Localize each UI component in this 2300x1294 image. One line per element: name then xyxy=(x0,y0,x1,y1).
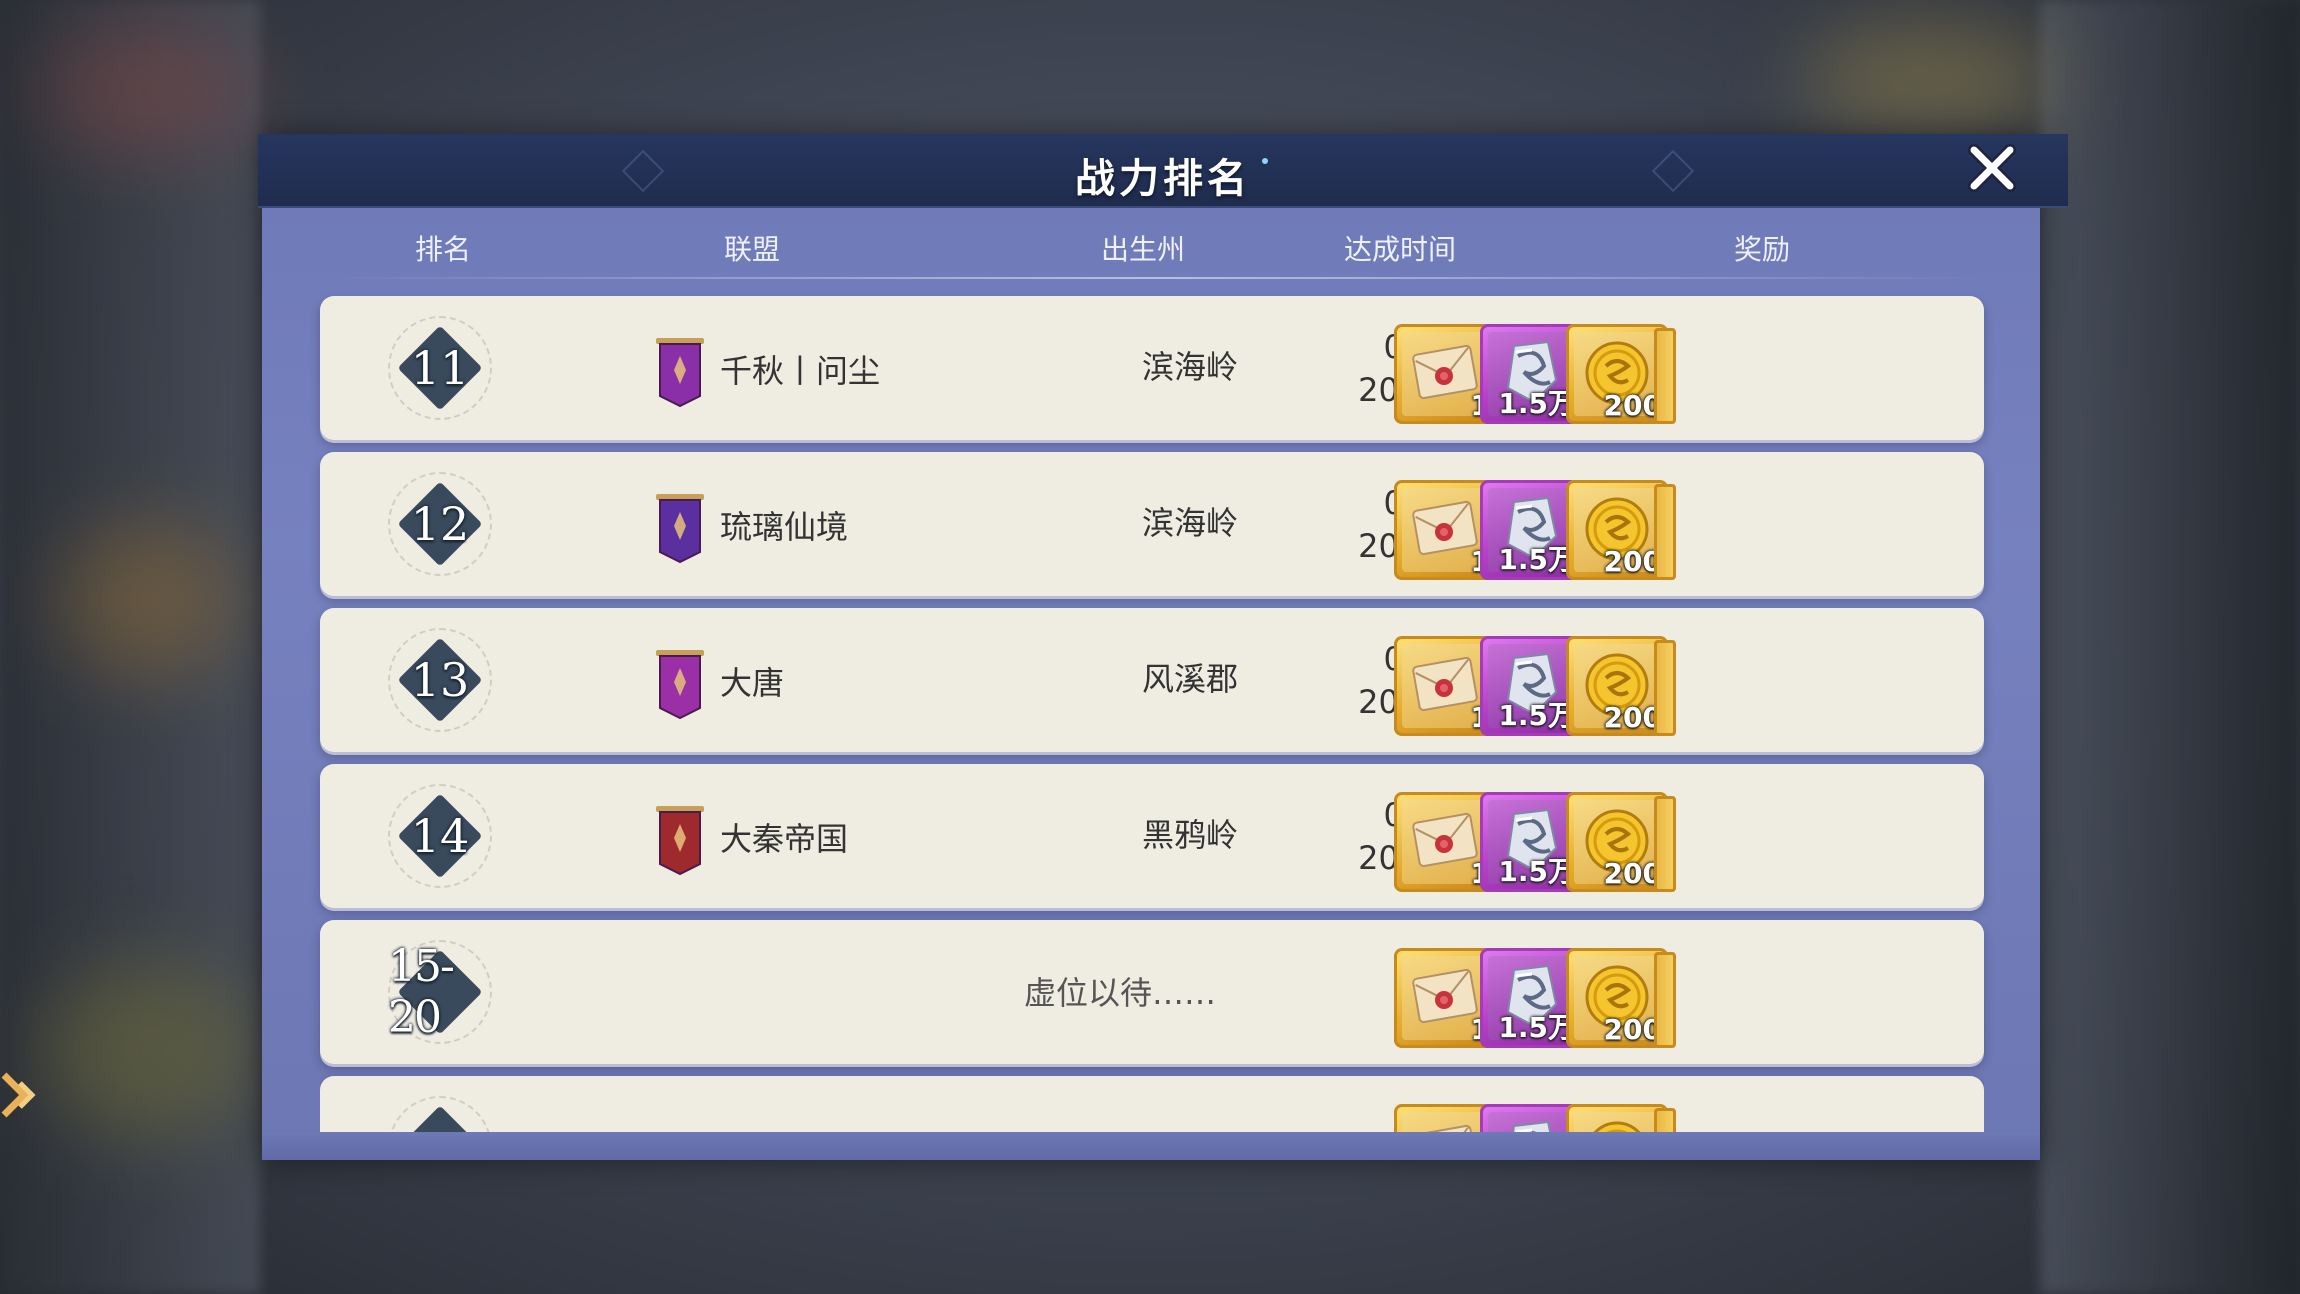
rank-badge xyxy=(388,1096,492,1132)
expand-arrow-icon[interactable] xyxy=(0,1065,46,1125)
blurred-right-sidebar xyxy=(2040,0,2300,1294)
header-alliance: 联盟 xyxy=(723,233,781,266)
rank-number: 15-20 xyxy=(388,941,455,1043)
alliance-banner-icon xyxy=(656,650,704,720)
ranking-row[interactable]: 13 大唐 风溪郡 04-0220:26:51 1 1.5万 200 xyxy=(320,608,1984,752)
ranking-row[interactable]: 11 千秋丨问尘 滨海岭 04-0220:16:44 1 1.5万 200 xyxy=(320,296,1984,440)
panel-bottom xyxy=(262,1132,2040,1160)
alliance-name: 千秋丨问尘 xyxy=(720,352,881,390)
reward-quantity: 1.5万 xyxy=(1498,1011,1576,1044)
rank-number: 13 xyxy=(410,653,470,707)
alliance-banner-icon xyxy=(656,338,704,408)
birth-state: 滨海岭 xyxy=(1141,504,1238,542)
ranking-row-placeholder[interactable]: 15-20 虚位以待…… 1 1.5万 200 xyxy=(320,920,1984,1064)
rank-badge: 13 xyxy=(388,628,492,732)
birth-state: 风溪郡 xyxy=(1141,660,1238,698)
close-icon xyxy=(1968,144,2016,192)
reward-item[interactable]: 200 xyxy=(1566,324,1668,424)
rank-badge: 12 xyxy=(388,472,492,576)
blurred-background-shape xyxy=(40,20,260,160)
letter-envelope-icon xyxy=(1412,1124,1478,1132)
silver-crystal-icon xyxy=(1512,1120,1552,1132)
partial-row: 1 1.5万 200 xyxy=(320,1072,1984,1132)
rank-number: 12 xyxy=(410,497,470,551)
alliance-name: 琉璃仙境 xyxy=(720,508,849,546)
header-rank: 排名 xyxy=(414,233,472,266)
reward-item-partial[interactable] xyxy=(1654,1108,1676,1132)
reward-item[interactable]: 200 xyxy=(1566,636,1668,736)
reward-item-partial[interactable] xyxy=(1654,952,1676,1048)
header-time: 达成时间 xyxy=(1343,233,1457,266)
reward-item-partial[interactable] xyxy=(1654,484,1676,580)
reward-item[interactable]: 200 xyxy=(1566,948,1668,1048)
birth-state: 黑鸦岭 xyxy=(1141,816,1238,854)
rank-badge: 15-20 xyxy=(388,940,492,1044)
title-bar: 战力排名 xyxy=(258,134,2068,208)
reward-item[interactable]: 200 xyxy=(1566,480,1668,580)
gold-coin-icon xyxy=(1593,1121,1641,1132)
alliance-name: 大秦帝国 xyxy=(720,820,849,858)
reward-quantity: 1.5万 xyxy=(1498,699,1576,732)
rank-number: 14 xyxy=(410,809,470,863)
reward-item[interactable]: 200 xyxy=(1566,1104,1668,1132)
blurred-background-shape xyxy=(40,960,260,1140)
alliance-banner-icon xyxy=(656,494,704,564)
rank-badge: 11 xyxy=(388,316,492,420)
waiting-text: 虚位以待…… xyxy=(1023,974,1216,1012)
birth-state: 滨海岭 xyxy=(1141,348,1238,386)
reward-quantity: 1.5万 xyxy=(1498,387,1576,420)
sparkle-dot xyxy=(1262,158,1268,164)
close-button[interactable] xyxy=(1964,140,2020,196)
reward-quantity: 1.5万 xyxy=(1498,543,1576,576)
reward-item-partial[interactable] xyxy=(1654,796,1676,892)
header-reward: 奖励 xyxy=(1733,233,1791,266)
header-state: 出生州 xyxy=(1100,233,1186,266)
reward-item[interactable]: 200 xyxy=(1566,792,1668,892)
rank-badge: 14 xyxy=(388,784,492,888)
alliance-banner-icon xyxy=(656,806,704,876)
page-title: 战力排名 xyxy=(1075,156,1251,202)
blurred-background-shape xyxy=(60,520,240,680)
reward-item-partial[interactable] xyxy=(1654,328,1676,424)
ranking-row[interactable]: 14 大秦帝国 黑鸦岭 04-0220:35:57 1 1.5万 200 xyxy=(320,764,1984,908)
blurred-background-shape xyxy=(1800,20,2060,140)
reward-quantity: 1.5万 xyxy=(1498,855,1576,888)
reward-item-partial[interactable] xyxy=(1654,640,1676,736)
alliance-name: 大唐 xyxy=(720,664,785,702)
ranking-row[interactable]: 12 琉璃仙境 滨海岭 04-0220:21:14 1 1.5万 200 xyxy=(320,452,1984,596)
rank-number: 11 xyxy=(410,341,470,395)
header-divider xyxy=(326,277,1986,279)
